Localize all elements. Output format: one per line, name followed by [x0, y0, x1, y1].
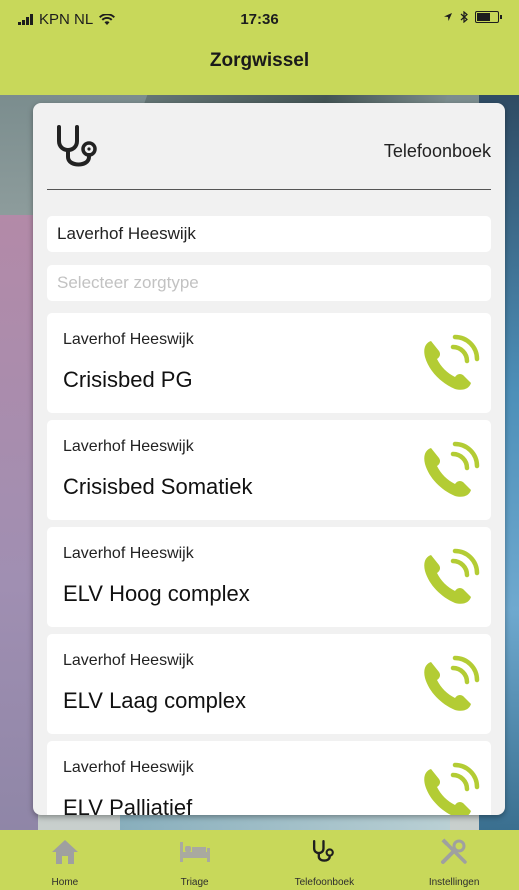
clock: 17:36: [240, 11, 279, 28]
tab-instellingen[interactable]: Instellingen: [389, 830, 519, 890]
tab-label: Home: [51, 877, 79, 888]
list-item[interactable]: Laverhof Heeswijk ELV Laag complex: [47, 634, 491, 734]
tab-home[interactable]: Home: [0, 830, 130, 890]
list-item[interactable]: Laverhof Heeswijk Crisisbed PG: [47, 313, 491, 413]
item-location: Laverhof Heeswijk: [63, 652, 194, 669]
card-title: Telefoonboek: [383, 141, 491, 161]
location-field[interactable]: Laverhof Heeswijk: [47, 216, 491, 252]
item-name: Crisisbed PG: [63, 367, 193, 392]
tab-label: Instellingen: [428, 877, 480, 888]
phone-call-icon[interactable]: [419, 654, 481, 716]
tab-label: Telefoonboek: [294, 877, 355, 888]
item-location: Laverhof Heeswijk: [63, 759, 194, 776]
status-bar: KPN NL 17:36: [0, 0, 519, 36]
stethoscope-icon: [313, 839, 335, 862]
location-icon: [444, 13, 452, 21]
item-name: Crisisbed Somatiek: [63, 474, 253, 499]
list-item[interactable]: Laverhof Heeswijk Crisisbed Somatiek: [47, 420, 491, 520]
care-type-select[interactable]: Selecteer zorgtype: [47, 265, 491, 301]
tab-label: Triage: [180, 877, 209, 888]
phonebook-list: Laverhof Heeswijk Crisisbed PG Laverhof …: [47, 313, 491, 815]
list-item[interactable]: Laverhof Heeswijk ELV Palliatief: [47, 741, 491, 815]
phone-call-icon[interactable]: [419, 333, 481, 395]
item-name: ELV Laag complex: [63, 688, 247, 713]
bluetooth-icon: [460, 11, 468, 23]
tab-triage[interactable]: Triage: [130, 830, 260, 890]
item-location: Laverhof Heeswijk: [63, 331, 194, 348]
battery-icon: [475, 11, 502, 23]
bed-icon: [179, 842, 210, 862]
tab-telefoonboek[interactable]: Telefoonboek: [260, 830, 390, 890]
item-name: ELV Hoog complex: [63, 581, 250, 606]
list-item[interactable]: Laverhof Heeswijk ELV Hoog complex: [47, 527, 491, 627]
stethoscope-icon: [57, 125, 97, 167]
item-location: Laverhof Heeswijk: [63, 438, 194, 455]
phonebook-card: Telefoonboek Laverhof Heeswijk Selecteer…: [33, 103, 505, 815]
card-header: Telefoonboek: [33, 103, 505, 193]
phone-call-icon[interactable]: [419, 761, 481, 815]
item-name: ELV Palliatief: [63, 795, 193, 815]
tools-icon: [441, 838, 467, 864]
tab-bar: Home Triage Telefoonboek Instellingen: [0, 830, 519, 890]
app-header: KPN NL 17:36 Zorgwissel: [0, 0, 519, 95]
home-icon: [51, 840, 78, 864]
header-divider: [47, 189, 491, 190]
app-title: Zorgwissel: [209, 50, 310, 71]
item-location: Laverhof Heeswijk: [63, 545, 194, 562]
phone-call-icon[interactable]: [419, 547, 481, 609]
phone-call-icon[interactable]: [419, 440, 481, 502]
